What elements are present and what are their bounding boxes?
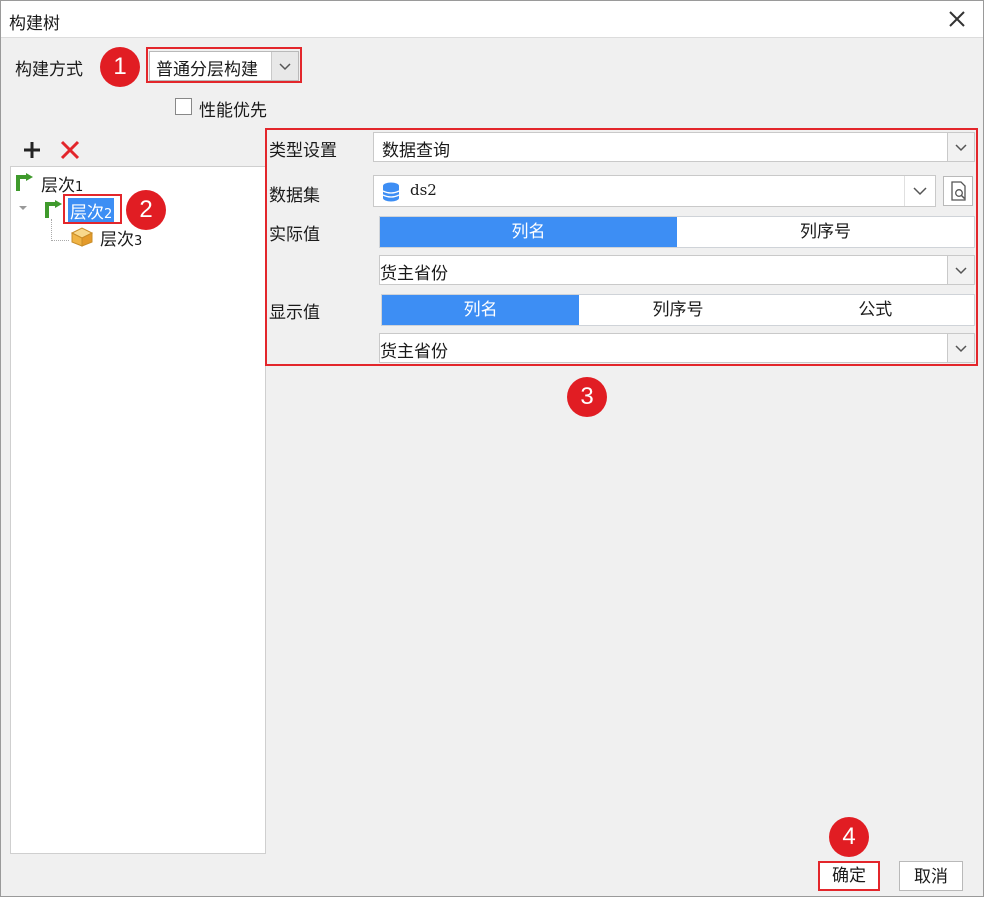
highlight-settings-panel xyxy=(265,128,978,366)
tree-connector xyxy=(51,219,53,241)
cancel-button[interactable]: 取消 xyxy=(899,861,963,891)
highlight-level-2 xyxy=(63,194,122,224)
collapse-arrow-icon[interactable] xyxy=(17,202,29,214)
build-tree-dialog: 构建树 构建方式 1 普通分层构建 性能优先 层次1 层次2 层次3 2 类型设… xyxy=(0,0,984,897)
tree-panel: 层次1 层次2 层次3 xyxy=(10,166,266,854)
annotation-badge-2: 2 xyxy=(126,190,166,230)
tree-node-label: 层次3 xyxy=(100,230,143,250)
highlight-build-mode xyxy=(146,47,302,83)
ok-button[interactable]: 确定 xyxy=(818,861,880,891)
performance-first-checkbox[interactable] xyxy=(175,98,192,115)
delete-icon[interactable] xyxy=(59,139,81,161)
tree-connector xyxy=(51,240,69,242)
add-icon[interactable] xyxy=(21,139,43,161)
title-bar: 构建树 xyxy=(1,1,983,38)
annotation-badge-4: 4 xyxy=(829,817,869,857)
level-node-icon xyxy=(16,173,33,191)
build-mode-label: 构建方式 xyxy=(15,60,83,80)
level-node-icon xyxy=(45,200,62,218)
annotation-badge-3: 3 xyxy=(567,377,607,417)
tree-node-label: 层次1 xyxy=(41,176,84,196)
close-icon[interactable] xyxy=(945,7,969,31)
performance-first-label: 性能优先 xyxy=(199,101,267,121)
dialog-title: 构建树 xyxy=(9,14,60,34)
annotation-badge-1: 1 xyxy=(100,47,140,87)
box-node-icon xyxy=(70,227,94,247)
